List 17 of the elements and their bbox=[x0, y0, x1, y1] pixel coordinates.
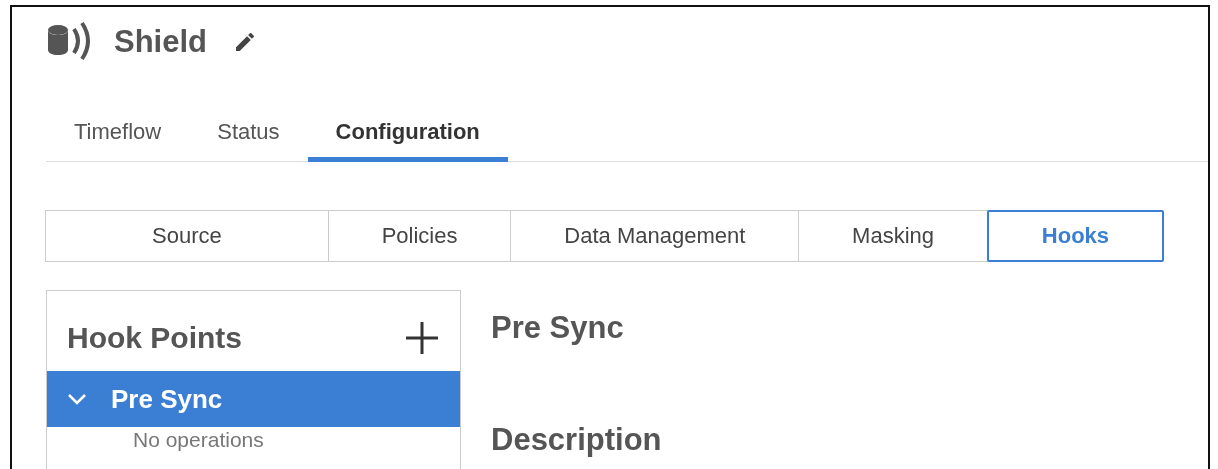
panel-title: Hook Points bbox=[67, 321, 242, 355]
section-title: Pre Sync bbox=[491, 310, 625, 346]
empty-message: No operations bbox=[132, 428, 265, 452]
edit-icon[interactable] bbox=[233, 30, 257, 54]
subtab[interactable]: Data Management bbox=[510, 210, 800, 262]
section-heading: Description bbox=[491, 422, 662, 458]
tab[interactable]: Configuration bbox=[307, 113, 508, 162]
subtab[interactable]: Source bbox=[45, 210, 329, 262]
subtab[interactable]: Policies bbox=[327, 210, 512, 262]
tab[interactable]: Timeflow bbox=[46, 113, 190, 162]
subtab[interactable]: Masking bbox=[798, 210, 988, 262]
subtab[interactable]: Hooks bbox=[986, 210, 1164, 262]
hook-point-item[interactable]: Pre Sync bbox=[47, 371, 460, 427]
chevron-icon bbox=[67, 393, 87, 405]
add-icon[interactable] bbox=[404, 320, 440, 356]
tab[interactable]: Status bbox=[189, 113, 308, 162]
page-title: Shield bbox=[114, 24, 207, 60]
